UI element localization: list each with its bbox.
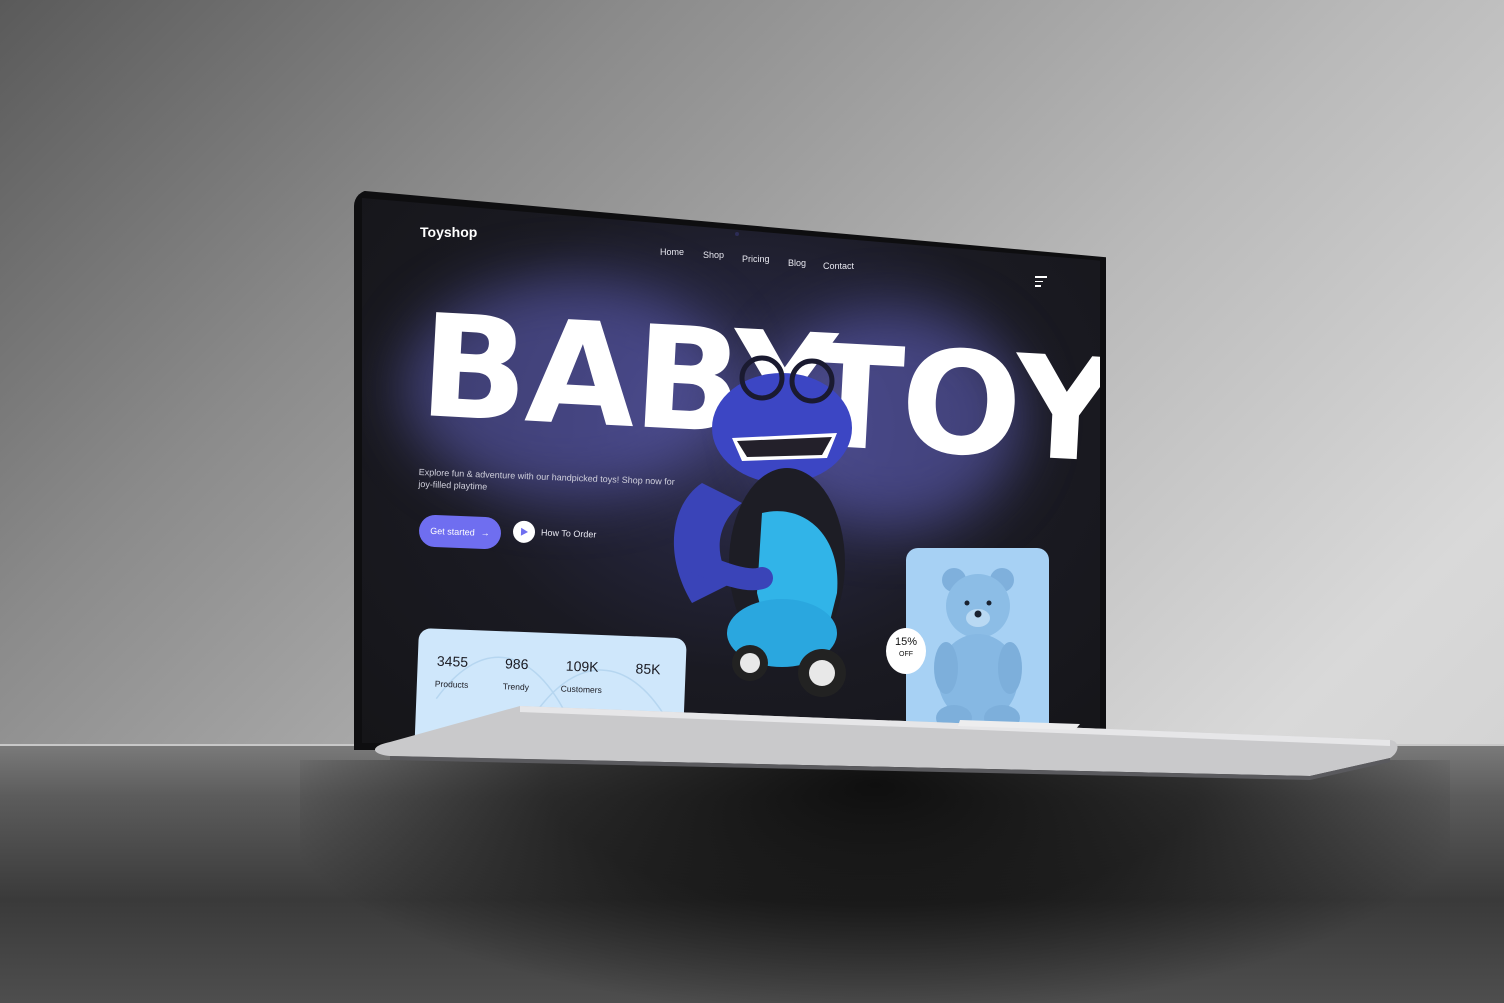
stat-label: Products <box>434 678 469 690</box>
get-started-label: Get started <box>430 525 475 538</box>
stat-trendy: 986 Trendy <box>503 655 531 692</box>
camera-dot <box>735 232 739 236</box>
laptop-screen: Toyshop Home Shop Pricing Blog Contact B… <box>362 198 1100 743</box>
stat-label: Customers <box>560 683 603 696</box>
discount-off: OFF <box>899 651 913 658</box>
stat-value: 85K <box>635 660 661 678</box>
nav-blog[interactable]: Blog <box>788 258 806 268</box>
stat-value: 3455 <box>436 652 469 670</box>
nav-home[interactable]: Home <box>660 247 684 257</box>
stat-products: 3455 Products <box>435 653 470 690</box>
stat-customers: 109K Customers <box>560 657 603 696</box>
discount-percent: 15% <box>894 636 918 648</box>
arrow-right-icon: → <box>480 527 490 539</box>
get-started-button[interactable]: Get started → <box>418 514 502 550</box>
nav-contact[interactable]: Contact <box>823 261 854 271</box>
discount-badge: 15% OFF <box>886 628 926 674</box>
how-to-order-button[interactable]: How To Order <box>512 520 597 545</box>
menu-icon[interactable] <box>1035 276 1047 288</box>
stat-label: Trendy <box>502 681 530 693</box>
laptop-shadow <box>300 760 1450 1003</box>
laptop-base <box>375 706 1398 780</box>
stat-fourth: 85K <box>635 660 661 687</box>
stat-value: 986 <box>504 655 529 673</box>
nav-shop[interactable]: Shop <box>703 250 724 260</box>
nav-pricing[interactable]: Pricing <box>742 254 770 264</box>
how-to-order-label: How To Order <box>540 527 597 540</box>
brand-logo[interactable]: Toyshop <box>420 224 477 240</box>
stat-value: 109K <box>565 657 599 675</box>
play-icon <box>512 520 536 544</box>
dinosaur-scooter-image <box>673 355 852 697</box>
